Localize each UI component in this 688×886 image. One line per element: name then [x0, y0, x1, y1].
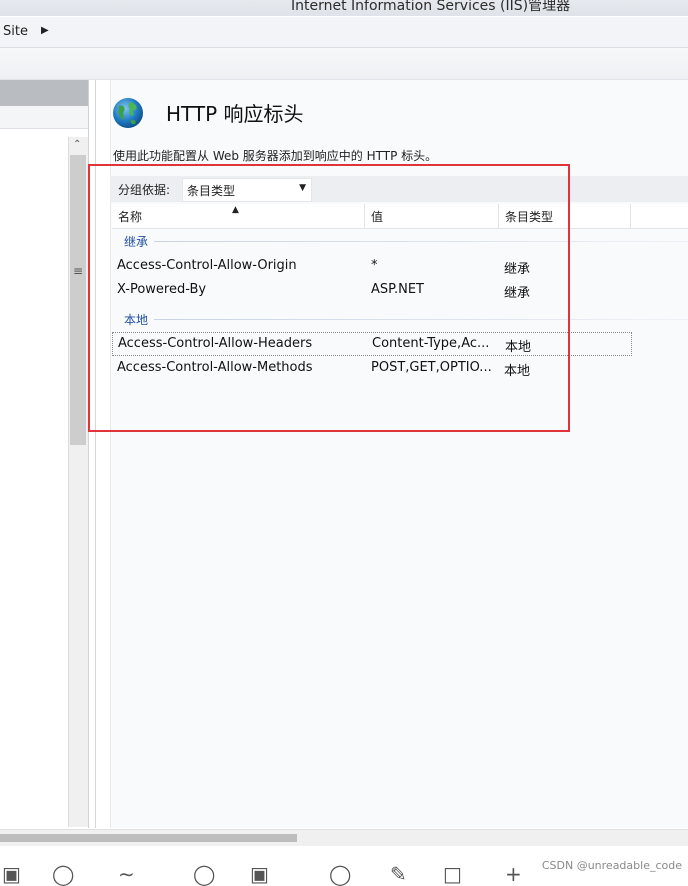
add-icon[interactable]: + [505, 862, 522, 886]
search-icon[interactable]: ◯ [52, 862, 74, 886]
page-description: 使用此功能配置从 Web 服务器添加到响应中的 HTTP 标头。 [113, 149, 438, 163]
wave-icon[interactable]: ∼ [118, 862, 135, 886]
annotation-highlight-box [88, 164, 570, 432]
breadcrumb: Site ▶ [0, 17, 688, 48]
connections-pane: ⌃ [0, 80, 89, 828]
chevron-right-icon[interactable]: ▶ [41, 25, 49, 36]
scrollbar-thumb[interactable] [70, 155, 86, 445]
scroll-up-icon[interactable]: ⌃ [73, 139, 81, 150]
connections-vertical-scrollbar[interactable]: ⌃ [68, 137, 88, 827]
page-title: HTTP 响应标头 [166, 102, 304, 126]
crop-icon[interactable]: □ [443, 862, 462, 886]
save-icon[interactable]: ▣ [250, 862, 269, 886]
watermark: CSDN @unreadable_code [541, 859, 682, 872]
column-header-filler [631, 204, 688, 229]
horizontal-scrollbar[interactable] [0, 829, 688, 846]
frame-icon[interactable]: ▣ [2, 862, 21, 886]
scrollbar-thumb[interactable] [0, 834, 297, 842]
window-title: Internet Information Services (IIS)管理器 [291, 0, 571, 14]
toolbar-strip [0, 48, 688, 80]
help-icon[interactable]: ◯ [193, 862, 215, 886]
refresh-icon[interactable]: ◯ [329, 862, 351, 886]
globe-icon [113, 98, 143, 128]
window-title-bar: Internet Information Services (IIS)管理器 [0, 0, 688, 16]
edit-icon[interactable]: ✎ [390, 862, 407, 886]
connections-header [0, 80, 88, 106]
connections-toolbar [0, 106, 88, 129]
pane-splitter-grip-icon[interactable]: ≡ [73, 264, 83, 278]
breadcrumb-item-site[interactable]: Site [3, 24, 28, 39]
